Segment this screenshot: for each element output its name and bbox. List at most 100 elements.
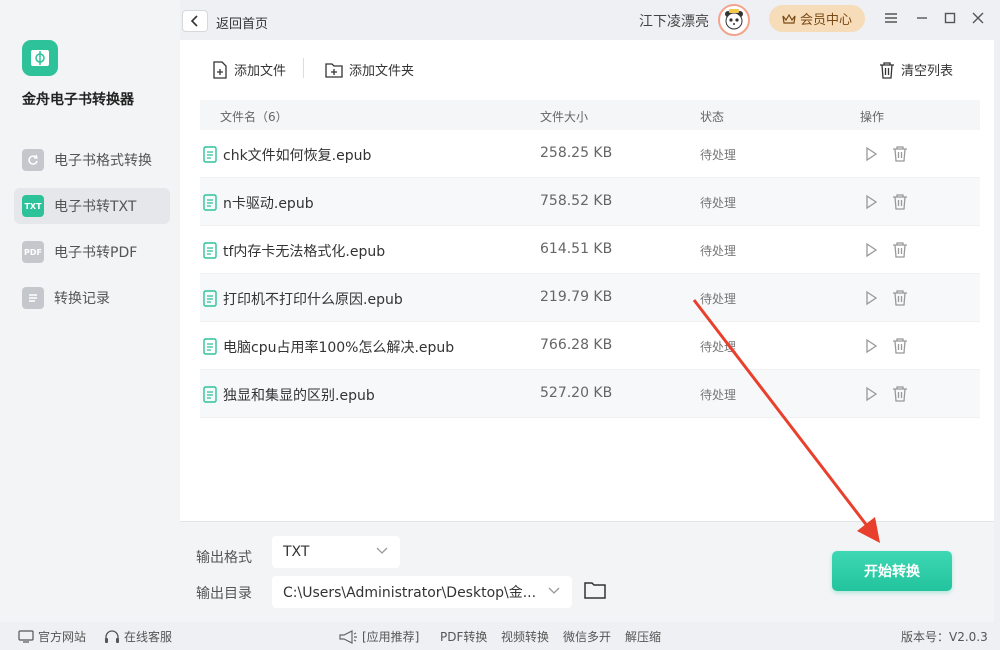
trash-icon[interactable] [892,241,908,258]
unzip-link[interactable]: 解压缩 [625,628,661,645]
back-label[interactable]: 返回首页 [216,13,268,32]
file-name: 打印机不打印什么原因.epub [223,292,403,308]
file-icon [203,242,217,259]
output-settings-panel: 输出格式 TXT 输出目录 C:\Users\Administrator\Des… [180,521,994,622]
table-row: 独显和集显的区别.epub 527.20 KB 待处理 [200,370,980,418]
file-status: 待处理 [700,292,737,306]
wechat-multi-link[interactable]: 微信多开 [563,628,611,645]
sidebar-item-format-convert[interactable]: 电子书格式转换 [14,142,170,178]
start-convert-button[interactable]: 开始转换 [832,551,952,591]
status-bar: 官方网站 在线客服 [应用推荐] PDF转换 视频转换 微信多开 解压缩 版本号… [0,622,1000,650]
table-row: 打印机不打印什么原因.epub 219.79 KB 待处理 [200,274,980,322]
add-folder-icon [325,62,343,78]
maximize-icon[interactable] [940,8,960,28]
megaphone-icon [339,629,357,644]
file-size: 758.52 KB [540,193,613,209]
add-file-button[interactable]: 添加文件 [212,60,286,79]
trash-icon[interactable] [892,145,908,162]
trash-icon[interactable] [892,385,908,402]
col-status-header: 状态 [700,110,725,124]
folder-icon[interactable] [584,580,606,600]
close-icon[interactable] [968,8,988,28]
file-icon [203,194,217,211]
list-icon [22,287,44,309]
sidebar-item-to-pdf[interactable]: PDF 电子书转PDF [14,234,170,270]
trash-icon[interactable] [892,193,908,210]
col-name-header: 文件名（6） [220,110,288,124]
sidebar: 金舟电子书转换器 电子书格式转换 TXT 电子书转TXT PDF 电子书转PDF… [0,0,180,622]
table-header: 文件名（6） 文件大小 状态 操作 [200,100,980,130]
file-name: chk文件如何恢复.epub [223,148,372,164]
play-icon[interactable] [864,338,878,354]
file-status: 待处理 [700,196,737,210]
minimize-icon[interactable] [912,8,932,28]
menu-icon[interactable] [881,8,901,28]
play-icon[interactable] [864,194,878,210]
output-format-select[interactable]: TXT [272,536,400,568]
add-folder-button[interactable]: 添加文件夹 [325,60,414,79]
file-icon [203,146,217,163]
vip-label: 会员中心 [799,13,852,28]
add-folder-label: 添加文件夹 [349,64,415,79]
file-name: tf内存卡无法格式化.epub [223,244,386,260]
app-name: 金舟电子书转换器 [22,92,134,108]
play-icon[interactable] [864,146,878,162]
title-bar: 返回首页 江下凌漂亮 会员中心 [180,0,1000,40]
chevron-down-icon [376,547,388,554]
file-name: n卡驱动.epub [223,196,314,212]
play-icon[interactable] [864,290,878,306]
video-convert-link[interactable]: 视频转换 [501,628,549,645]
table-row: tf内存卡无法格式化.epub 614.51 KB 待处理 [200,226,980,274]
online-service-link[interactable]: 在线客服 [104,628,172,645]
file-size: 219.79 KB [540,289,613,305]
file-status: 待处理 [700,148,737,162]
official-website-label: 官方网站 [38,630,87,644]
sidebar-item-history[interactable]: 转换记录 [14,280,170,316]
output-dir-label: 输出目录 [196,586,252,602]
pdf-convert-link[interactable]: PDF转换 [440,628,487,645]
sidebar-item-label: 电子书转TXT [54,199,137,215]
add-file-label: 添加文件 [234,64,287,79]
back-button[interactable] [182,10,208,32]
file-size: 258.25 KB [540,145,613,161]
output-dir-select[interactable]: C:\Users\Administrator\Desktop\金... [272,576,572,608]
col-action-header: 操作 [860,110,885,124]
output-format-label: 输出格式 [196,550,252,566]
sidebar-nav: 电子书格式转换 TXT 电子书转TXT PDF 电子书转PDF 转换记录 [14,142,170,326]
file-name: 独显和集显的区别.epub [223,388,375,404]
monitor-icon [18,630,34,643]
add-file-icon [213,60,227,79]
play-icon[interactable] [864,386,878,402]
sidebar-item-label: 转换记录 [54,291,110,307]
file-size: 766.28 KB [540,337,613,353]
file-name: 电脑cpu占用率100%怎么解决.epub [223,340,455,356]
sidebar-item-to-txt[interactable]: TXT 电子书转TXT [14,188,170,224]
trash-icon[interactable] [892,337,908,354]
play-icon[interactable] [864,242,878,258]
online-service-label: 在线客服 [124,630,173,644]
panda-avatar-icon [725,9,743,30]
clear-list-label: 清空列表 [901,64,954,79]
table-row: n卡驱动.epub 758.52 KB 待处理 [200,178,980,226]
official-website-link[interactable]: 官方网站 [18,628,86,645]
vip-center-button[interactable]: 会员中心 [769,5,865,32]
file-size: 614.51 KB [540,241,613,257]
txt-icon: TXT [22,195,44,217]
version-label: 版本号：V2.0.3 [901,630,988,644]
file-icon [203,386,217,403]
pdf-icon: PDF [22,241,44,263]
recommend-label: [应用推荐] [362,630,420,644]
table-row: 电脑cpu占用率100%怎么解决.epub 766.28 KB 待处理 [200,322,980,370]
chevron-left-icon [190,15,198,27]
avatar[interactable] [718,4,750,36]
clear-list-button[interactable]: 清空列表 [879,60,953,79]
file-list-panel: 添加文件 添加文件夹 清空列表 文件名（6） 文件大小 状态 操作 chk文件如… [180,40,994,522]
table-row: chk文件如何恢复.epub 258.25 KB 待处理 [200,130,980,178]
trash-icon [880,61,894,79]
output-dir-value: C:\Users\Administrator\Desktop\金... [283,585,537,601]
trash-icon[interactable] [892,289,908,306]
file-size: 527.20 KB [540,385,613,401]
chevron-down-icon [548,587,560,594]
output-format-value: TXT [283,544,310,560]
sidebar-item-label: 电子书格式转换 [54,153,152,169]
